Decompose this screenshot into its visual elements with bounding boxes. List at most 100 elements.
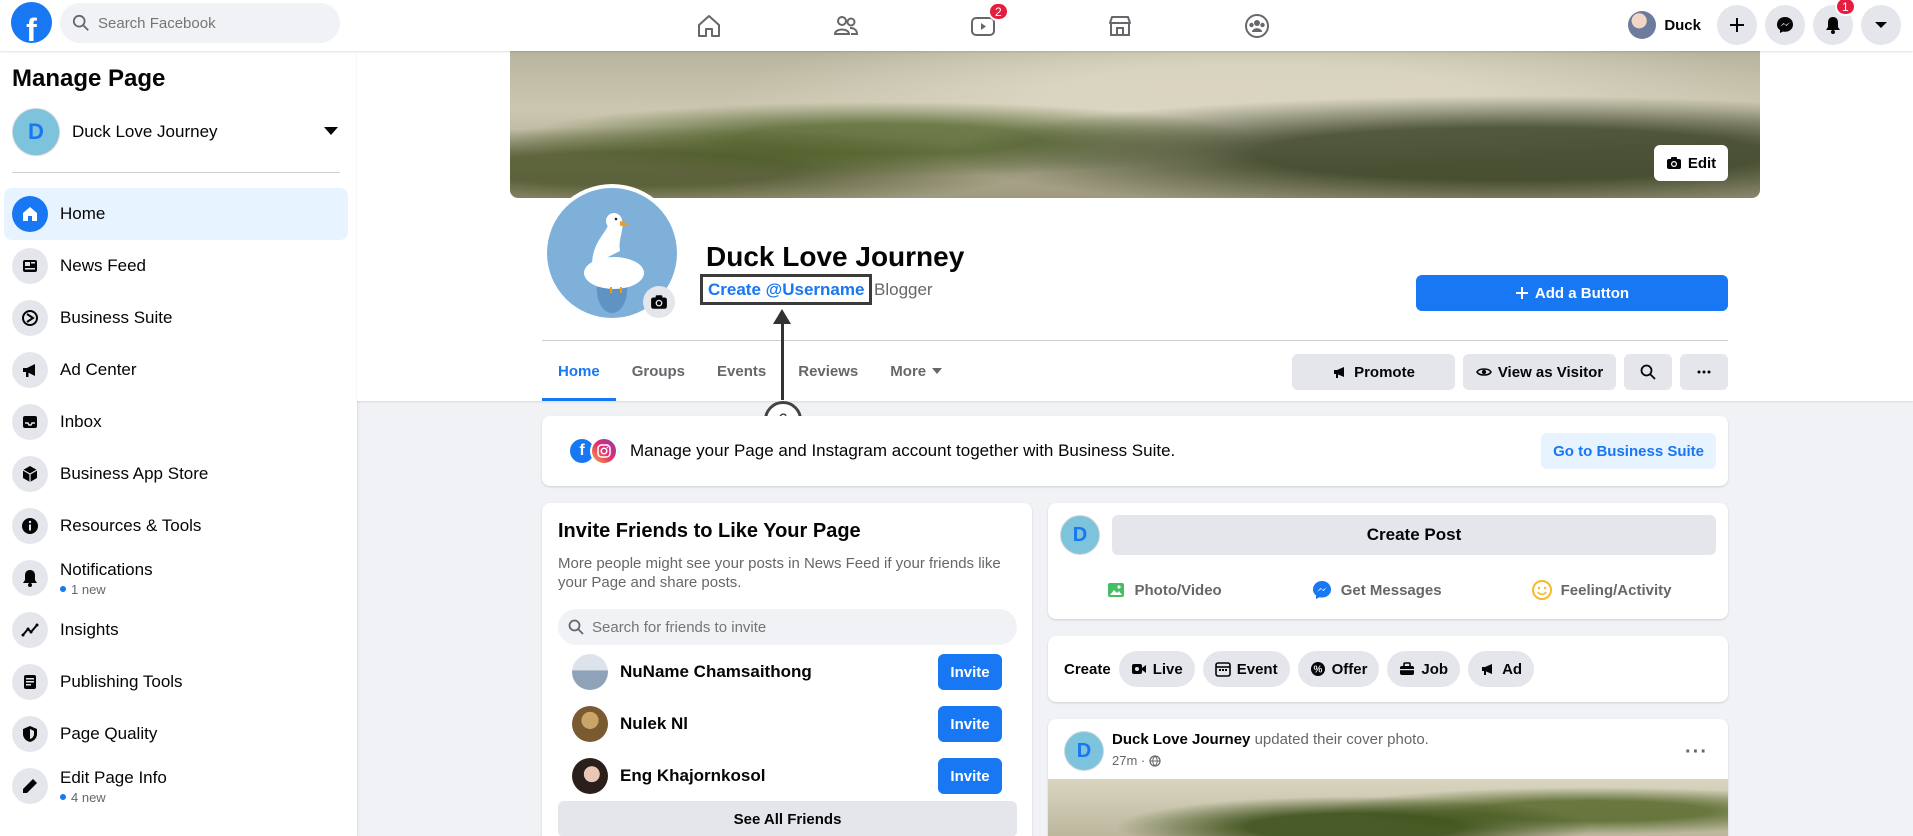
create-button[interactable] (1717, 5, 1757, 45)
insights-icon (12, 612, 48, 648)
unread-dot (60, 794, 66, 800)
messenger-button[interactable] (1765, 5, 1805, 45)
post-image[interactable] (1048, 779, 1728, 836)
sidebar-item-inbox[interactable]: Inbox (4, 396, 348, 448)
nav-friends[interactable] (777, 0, 914, 51)
search-page-button[interactable] (1624, 354, 1672, 390)
sidebar-menu: Home News Feed Business Suite Ad Center … (4, 188, 348, 812)
nav-marketplace[interactable] (1051, 0, 1188, 51)
caret-down-icon (324, 127, 338, 135)
briefcase-icon (1400, 662, 1415, 675)
pencil-icon (12, 768, 48, 804)
ad-chip[interactable]: Ad (1468, 651, 1535, 687)
sidebar-item-label: Publishing Tools (60, 672, 183, 691)
friend-row: Eng Khajornkosol Invite (572, 756, 1002, 796)
create-post-button[interactable]: Create Post (1112, 515, 1716, 555)
sidebar-item-edit-page-info[interactable]: Edit Page Info 4 new (4, 760, 348, 812)
banner-text: Manage your Page and Instagram account t… (630, 441, 1176, 460)
friend-search-bar[interactable] (558, 609, 1017, 645)
business-suite-banner: f Manage your Page and Instagram account… (542, 416, 1728, 486)
nav-home[interactable] (640, 0, 777, 51)
sidebar-item-publishing-tools[interactable]: Publishing Tools (4, 656, 348, 708)
nav-watch[interactable]: 2 (914, 0, 1051, 51)
search-icon (72, 14, 89, 31)
update-profile-picture-button[interactable] (643, 286, 675, 318)
invite-button[interactable]: Invite (938, 758, 1002, 794)
annotation-arrow (781, 320, 784, 400)
post-time[interactable]: 27m · (1112, 753, 1145, 768)
profile-shortcut[interactable]: Duck (1624, 7, 1709, 43)
sidebar-item-home[interactable]: Home (4, 188, 348, 240)
header-actions: Promote View as Visitor (1292, 354, 1728, 390)
tab-events[interactable]: Events (701, 341, 782, 401)
edit-cover-button[interactable]: Edit (1654, 145, 1728, 181)
see-all-friends-button[interactable]: See All Friends (558, 801, 1017, 836)
sidebar-item-resources-tools[interactable]: Resources & Tools (4, 500, 348, 552)
search-icon (1640, 364, 1656, 380)
page-tabs: Home Groups Events Reviews More (542, 341, 958, 401)
tab-more-label: More (890, 362, 927, 380)
add-button-label: Add a Button (1534, 284, 1630, 302)
search-bar[interactable] (60, 3, 340, 43)
go-to-business-suite-button[interactable]: Go to Business Suite (1541, 433, 1716, 469)
groups-icon (1244, 13, 1269, 38)
sidebar-item-business-suite[interactable]: Business Suite (4, 292, 348, 344)
more-options-button[interactable] (1680, 354, 1728, 390)
more-dots-icon (1697, 370, 1711, 374)
tab-groups[interactable]: Groups (616, 341, 701, 401)
megaphone-icon (1482, 664, 1493, 675)
live-video-icon (1131, 664, 1146, 674)
friend-search-input[interactable] (592, 618, 992, 636)
live-chip[interactable]: Live (1118, 651, 1195, 687)
friend-name[interactable]: Eng Khajornkosol (620, 766, 765, 786)
camera-icon (1666, 157, 1681, 169)
post-options-icon[interactable]: ··· (1685, 741, 1708, 764)
avatar[interactable] (572, 706, 608, 742)
create-username-link[interactable]: Create @Username (700, 274, 873, 305)
sidebar-item-label: News Feed (60, 256, 146, 275)
tab-more[interactable]: More (874, 341, 958, 401)
banner-icons: f (568, 437, 618, 465)
edit-cover-label: Edit (1687, 154, 1717, 172)
job-chip[interactable]: Job (1387, 651, 1461, 687)
tab-home[interactable]: Home (542, 341, 616, 401)
friend-name[interactable]: NuName Chamsaithong (620, 662, 812, 682)
post-author[interactable]: Duck Love Journey (1112, 731, 1250, 748)
event-chip[interactable]: Event (1202, 651, 1290, 687)
promote-button[interactable]: Promote (1292, 354, 1455, 390)
sidebar-item-page-quality[interactable]: Page Quality (4, 708, 348, 760)
add-a-button[interactable]: Add a Button (1416, 275, 1728, 311)
sidebar-item-news-feed[interactable]: News Feed (4, 240, 348, 292)
sidebar-item-label: Notifications (60, 559, 153, 579)
page-switcher[interactable]: D Duck Love Journey (12, 108, 342, 156)
offer-chip[interactable]: % Offer (1297, 651, 1380, 687)
facebook-logo-icon[interactable]: f (11, 2, 52, 43)
sidebar-item-ad-center[interactable]: Ad Center (4, 344, 348, 396)
tab-reviews[interactable]: Reviews (782, 341, 874, 401)
search-input[interactable] (98, 14, 328, 32)
cover-photo[interactable] (510, 51, 1760, 198)
photo-video-button[interactable]: Photo/Video (1105, 570, 1222, 610)
svg-text:%: % (1313, 665, 1322, 676)
feeling-activity-button[interactable]: Feeling/Activity (1531, 570, 1671, 610)
page-avatar[interactable]: D (1064, 731, 1104, 771)
cube-icon (12, 456, 48, 492)
account-menu-button[interactable] (1861, 5, 1901, 45)
friend-name[interactable]: Nulek Nl (620, 714, 688, 734)
avatar[interactable] (572, 758, 608, 794)
feed-post: D Duck Love Journey updated their cover … (1048, 719, 1728, 836)
sidebar-item-label: Edit Page Info (60, 767, 167, 787)
sidebar-item-insights[interactable]: Insights (4, 604, 348, 656)
sidebar-item-notifications[interactable]: Notifications 1 new (4, 552, 348, 604)
get-messages-button[interactable]: Get Messages (1311, 570, 1442, 610)
profile-name: Duck (1664, 16, 1701, 34)
nav-groups[interactable] (1188, 0, 1325, 51)
sidebar-item-business-app-store[interactable]: Business App Store (4, 448, 348, 500)
invite-button[interactable]: Invite (938, 706, 1002, 742)
invite-button[interactable]: Invite (938, 654, 1002, 690)
view-as-visitor-button[interactable]: View as Visitor (1463, 354, 1616, 390)
avatar[interactable] (572, 654, 608, 690)
notifications-button[interactable]: 1 (1813, 0, 1856, 45)
page-avatar[interactable]: D (1060, 515, 1100, 555)
messenger-icon (1777, 17, 1793, 33)
